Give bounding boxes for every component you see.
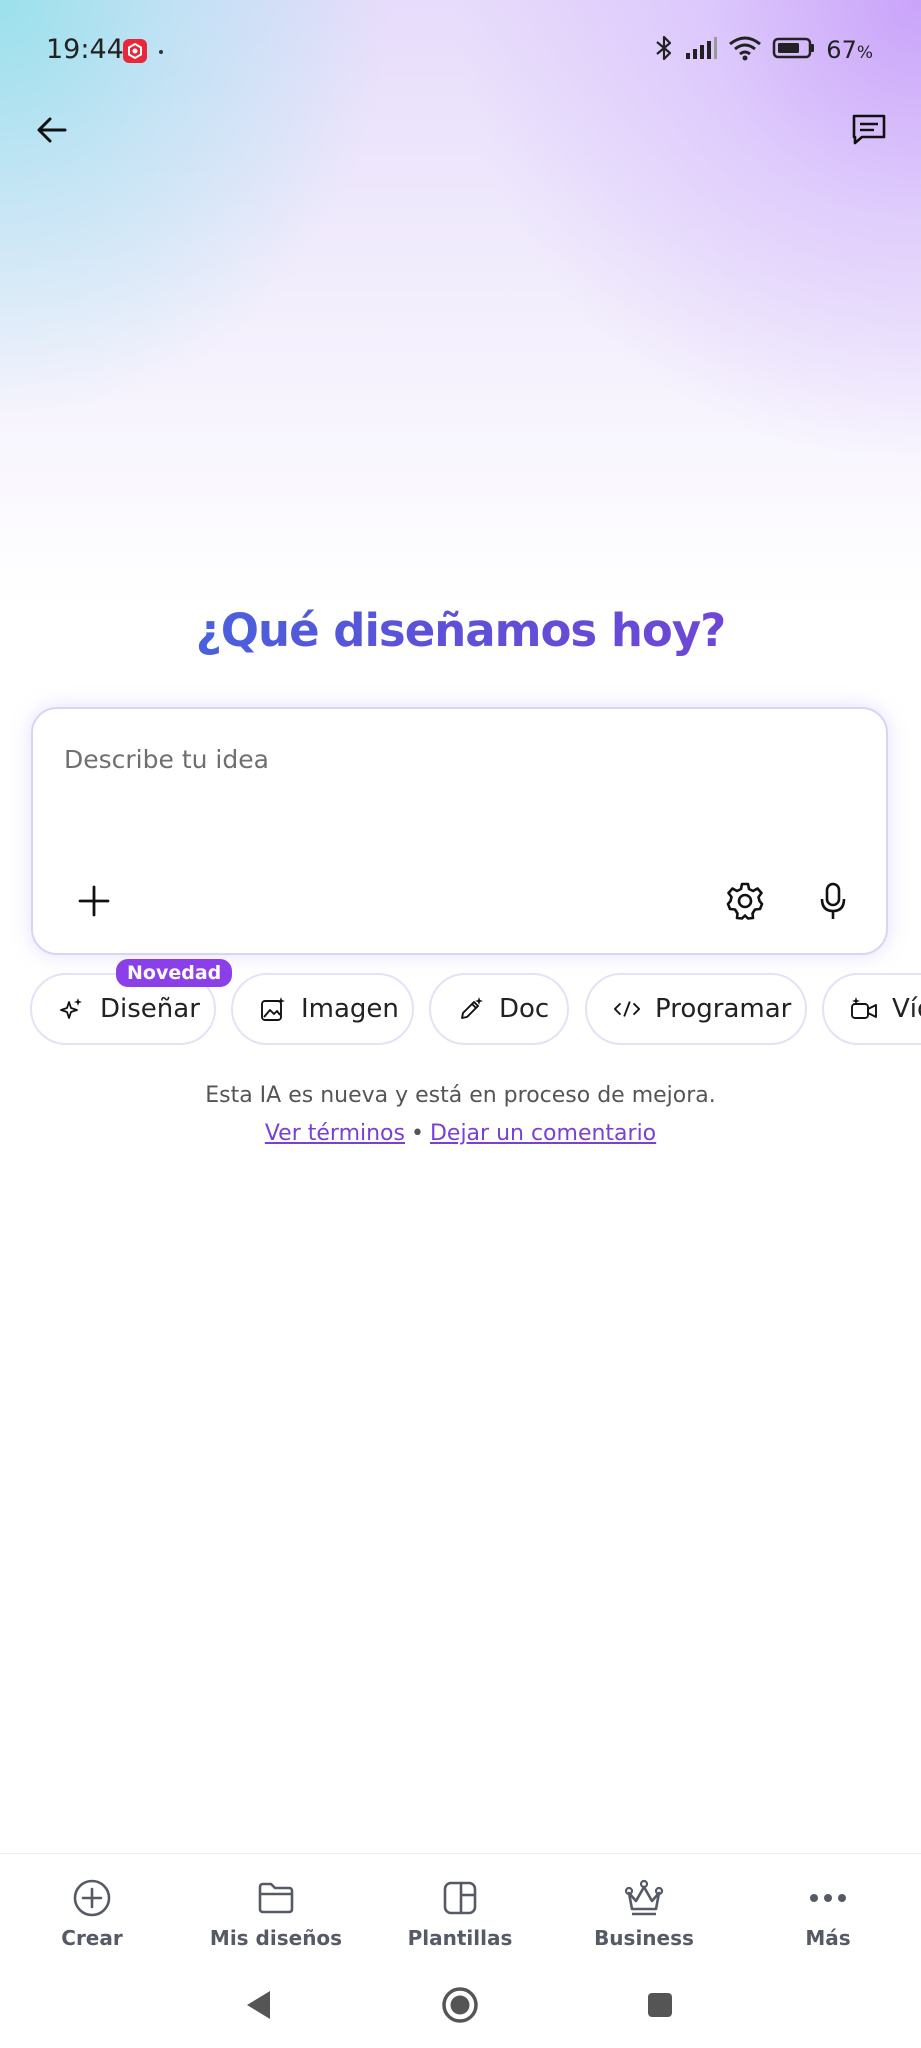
chip-video[interactable]: Víd xyxy=(822,973,921,1045)
terms-link[interactable]: Ver términos xyxy=(265,1121,405,1146)
triangle-back-icon xyxy=(247,1991,270,2019)
nav-label: Más xyxy=(805,1926,851,1950)
chip-programar[interactable]: Programar xyxy=(585,973,807,1045)
system-recents-button[interactable] xyxy=(630,1975,690,2035)
nav-label: Business xyxy=(594,1926,694,1950)
crown-icon xyxy=(552,1878,736,1918)
image-sparkle-icon xyxy=(259,995,287,1023)
status-bar: 19:44 67% xyxy=(0,0,921,104)
page-title: ¿Qué diseñamos hoy? xyxy=(0,604,921,657)
feedback-button[interactable] xyxy=(837,98,901,162)
chip-doc[interactable]: Doc xyxy=(429,973,569,1045)
chip-imagen[interactable]: Imagen xyxy=(231,973,414,1045)
chip-label: Víd xyxy=(892,994,921,1024)
bottom-navigation: Crear Mis diseños Plantillas Business Má… xyxy=(0,1853,921,1966)
square-recents-icon xyxy=(648,1993,672,2017)
more-icon xyxy=(736,1878,920,1918)
nav-label: Plantillas xyxy=(407,1926,513,1950)
back-button[interactable] xyxy=(20,98,84,162)
battery-percent: 67% xyxy=(826,36,873,64)
new-badge: Novedad xyxy=(116,959,233,987)
system-back-button[interactable] xyxy=(229,1975,289,2035)
plus-icon xyxy=(78,885,110,917)
code-icon xyxy=(613,995,641,1023)
prompt-input[interactable]: Describe tu idea xyxy=(64,745,269,774)
video-sparkle-icon xyxy=(850,995,878,1023)
prompt-card: Describe tu idea xyxy=(31,707,888,955)
pen-sparkle-icon xyxy=(457,995,485,1023)
disclaimer-links: Ver términos • Dejar un comentario xyxy=(0,1121,921,1146)
wifi-icon xyxy=(728,35,762,65)
microphone-button[interactable] xyxy=(805,873,861,929)
notification-app-icon xyxy=(123,39,147,63)
nav-item-mis-disenos[interactable]: Mis diseños xyxy=(184,1854,368,1966)
chip-label: Diseñar xyxy=(100,994,200,1024)
bluetooth-icon xyxy=(654,34,674,66)
chip-label: Imagen xyxy=(301,994,399,1024)
link-separator: • xyxy=(410,1121,424,1146)
add-attachment-button[interactable] xyxy=(66,873,122,929)
nav-item-mas[interactable]: Más xyxy=(736,1854,920,1966)
gear-icon xyxy=(726,882,764,920)
nav-label: Crear xyxy=(61,1926,123,1950)
status-time: 19:44 xyxy=(46,34,124,65)
chip-label: Doc xyxy=(499,994,550,1024)
nav-item-crear[interactable]: Crear xyxy=(0,1854,184,1966)
battery-icon xyxy=(772,36,816,64)
nav-item-business[interactable]: Business xyxy=(552,1854,736,1966)
circle-home-icon xyxy=(442,1987,478,2023)
folder-icon xyxy=(184,1878,368,1918)
ai-disclaimer: Esta IA es nueva y está en proceso de me… xyxy=(205,1083,716,1108)
arrow-left-icon xyxy=(37,117,67,143)
microphone-icon xyxy=(820,882,846,919)
notification-dot-icon xyxy=(159,50,163,54)
chip-label: Programar xyxy=(655,994,792,1024)
template-icon xyxy=(368,1878,552,1918)
system-navigation-bar xyxy=(0,1965,921,2048)
system-home-button[interactable] xyxy=(430,1975,490,2035)
settings-button[interactable] xyxy=(717,873,773,929)
plus-circle-icon xyxy=(0,1878,184,1918)
signal-icon xyxy=(684,35,718,65)
message-icon xyxy=(852,114,886,145)
feedback-link[interactable]: Dejar un comentario xyxy=(430,1121,656,1146)
sparkles-icon xyxy=(58,995,86,1023)
nav-item-plantillas[interactable]: Plantillas xyxy=(368,1854,552,1966)
nav-label: Mis diseños xyxy=(209,1926,343,1950)
